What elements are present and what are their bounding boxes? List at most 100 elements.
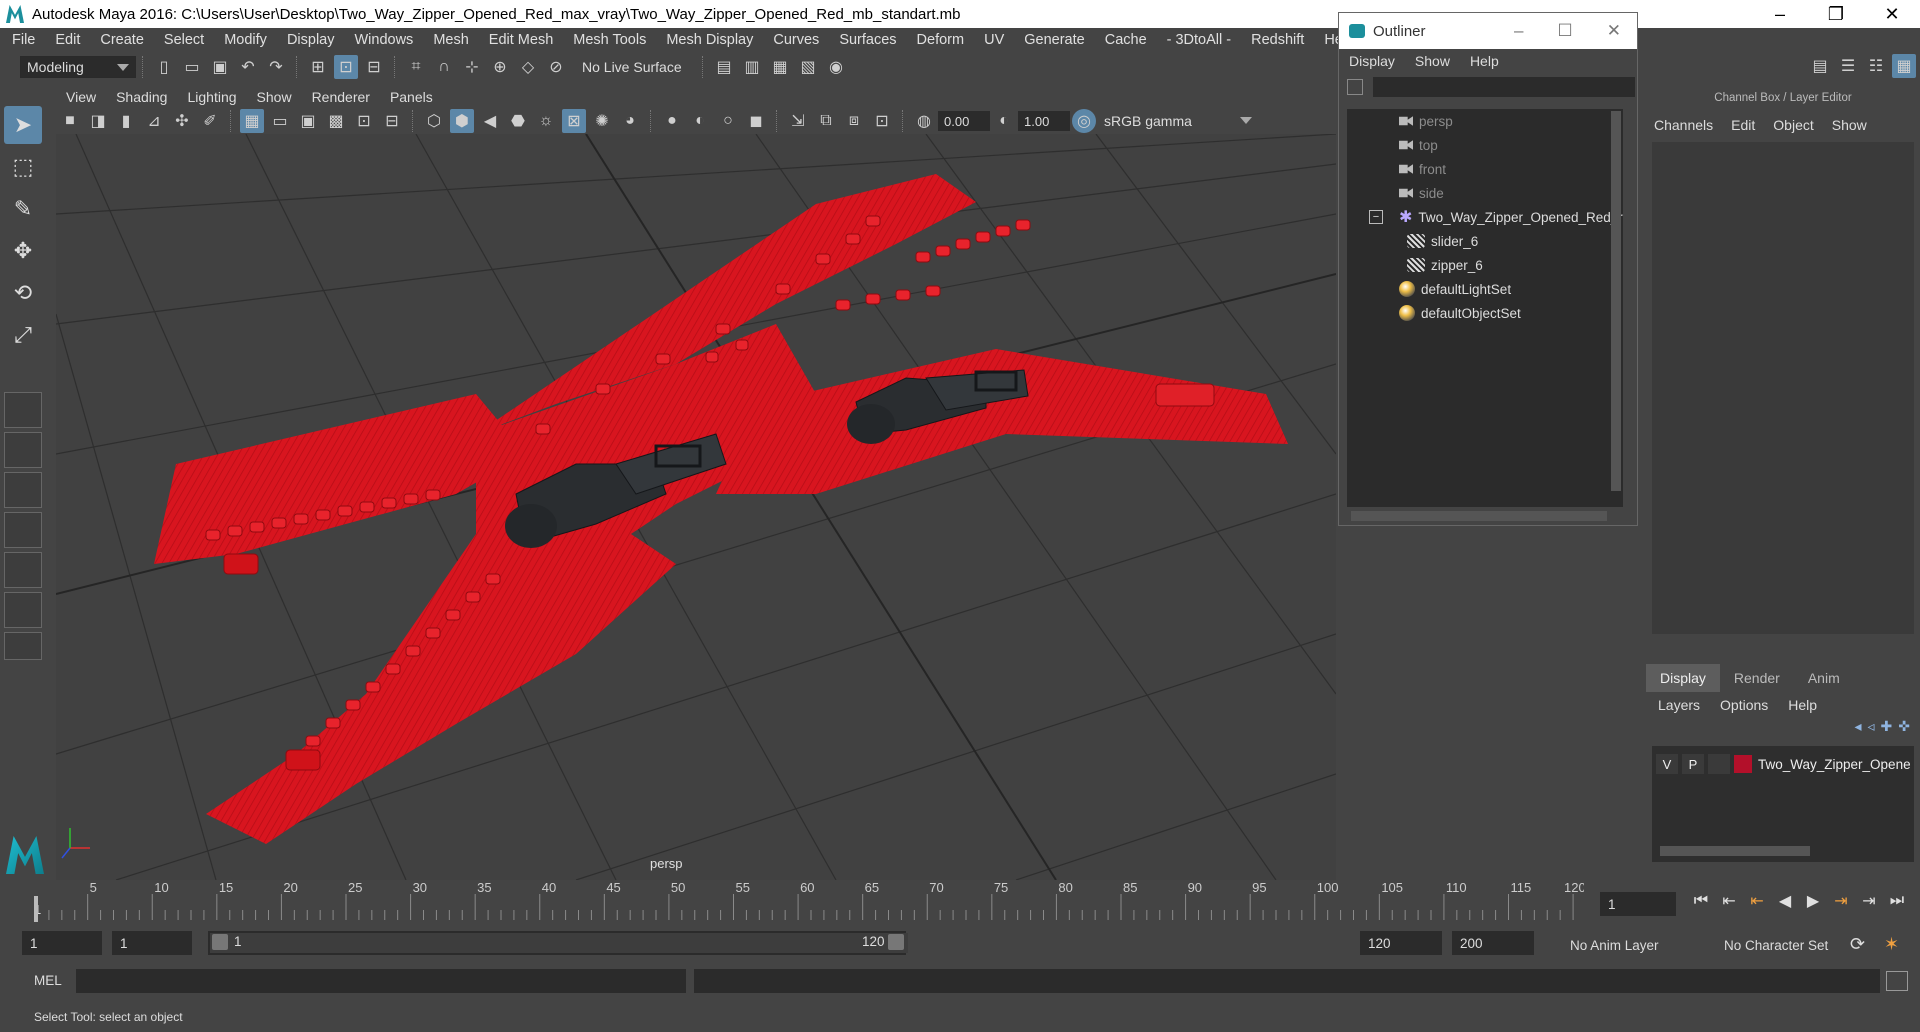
step-back-key-icon[interactable]: ⇤ [1746, 890, 1768, 912]
select-tool-icon[interactable]: ➤ [4, 106, 42, 144]
four-pane-layout-icon[interactable] [4, 432, 42, 468]
channel-box-area[interactable] [1652, 142, 1914, 634]
camera-select-icon[interactable]: ■ [58, 109, 82, 133]
menu-windows[interactable]: Windows [342, 32, 421, 48]
snap-curve-icon[interactable]: ∩ [432, 55, 456, 79]
step-forward-frame-icon[interactable]: ⇥ [1858, 890, 1880, 912]
layer-playback-toggle[interactable]: P [1682, 754, 1704, 774]
xray-active-icon[interactable]: ⧈ [842, 109, 866, 133]
menu-redshift[interactable]: Redshift [1239, 32, 1312, 48]
layer-menu-options[interactable]: Options [1708, 697, 1776, 713]
move-tool-icon[interactable]: ✥ [4, 232, 42, 270]
range-end-handle[interactable] [888, 934, 904, 950]
paint-select-tool-icon[interactable]: ✎ [4, 190, 42, 228]
menu-create[interactable]: Create [88, 32, 152, 48]
outliner-item-slider[interactable]: slider_6 [1407, 229, 1478, 253]
bookmark-icon[interactable]: ▮ [114, 109, 138, 133]
use-all-lights-icon[interactable]: ✺ [590, 109, 614, 133]
step-forward-key-icon[interactable]: ⇥ [1830, 890, 1852, 912]
outliner-minimize-button[interactable]: – [1514, 21, 1523, 41]
menu-mesh-tools[interactable]: Mesh Tools [561, 32, 654, 48]
menu-surfaces[interactable]: Surfaces [827, 32, 904, 48]
modeling-toolkit-icon[interactable]: ▤ [1808, 54, 1832, 78]
shadows-icon[interactable]: ◕ [618, 109, 642, 133]
depth-of-field-icon[interactable]: ◼ [744, 109, 768, 133]
snap-live-icon[interactable]: ⊘ [544, 55, 568, 79]
menu-deform[interactable]: Deform [905, 32, 973, 48]
menu-curves[interactable]: Curves [761, 32, 827, 48]
select-by-object-icon[interactable]: ⊡ [334, 55, 358, 79]
menu-edit-mesh[interactable]: Edit Mesh [477, 32, 561, 48]
snap-view-icon[interactable]: ⊕ [488, 55, 512, 79]
outliner-item-light-set[interactable]: defaultLightSet [1399, 277, 1511, 301]
tool-settings-icon[interactable]: ☷ [1864, 54, 1888, 78]
layer-menu-layers[interactable]: Layers [1646, 697, 1708, 713]
tab-display[interactable]: Display [1646, 664, 1720, 692]
persp-outliner-layout-icon[interactable] [4, 512, 42, 548]
persp-graph-layout-icon[interactable] [4, 552, 42, 588]
outliner-close-button[interactable]: ✕ [1607, 21, 1621, 41]
playback-end-field[interactable]: 120 [1360, 931, 1442, 955]
animation-end-field[interactable]: 200 [1452, 931, 1534, 955]
anim-layer-dropdown[interactable]: No Anim Layer [1546, 934, 1678, 956]
outliner-item-side[interactable]: side [1399, 181, 1444, 205]
exposure-icon[interactable]: ◍ [912, 109, 936, 133]
go-to-start-icon[interactable]: ⏮ [1690, 890, 1712, 912]
viewport-menu-view[interactable]: View [56, 89, 106, 105]
menu-display[interactable]: Display [275, 32, 343, 48]
play-backwards-icon[interactable]: ◀ [1774, 890, 1796, 912]
outliner-vertical-scrollbar[interactable] [1611, 111, 1621, 491]
lasso-tool-icon[interactable]: ⬚ [4, 148, 42, 186]
live-surface-field[interactable]: No Live Surface [576, 56, 696, 78]
channel-menu-object[interactable]: Object [1765, 117, 1823, 133]
textured-icon[interactable]: ☼ [534, 109, 558, 133]
outliner-horizontal-scrollbar[interactable] [1351, 511, 1607, 521]
image-plane-icon[interactable]: ⊿ [142, 109, 166, 133]
menu-uv[interactable]: UV [972, 32, 1012, 48]
outliner-menu-help[interactable]: Help [1460, 53, 1509, 69]
close-button[interactable]: ✕ [1864, 0, 1920, 28]
new-scene-icon[interactable]: ▯ [152, 55, 176, 79]
menu-edit[interactable]: Edit [43, 32, 88, 48]
two-d-pan-icon[interactable]: ✣ [170, 109, 194, 133]
ipr-render-icon[interactable]: ▦ [768, 55, 792, 79]
grid-toggle-icon[interactable]: ▦ [240, 109, 264, 133]
color-space-dropdown[interactable]: sRGB gamma [1098, 110, 1258, 132]
step-back-frame-icon[interactable]: ⇤ [1718, 890, 1740, 912]
wireframe-on-shaded-icon[interactable]: ⬣ [506, 109, 530, 133]
menu-3dtoall[interactable]: - 3DtoAll - [1155, 32, 1239, 48]
outliner-item-zipper[interactable]: zipper_6 [1407, 253, 1483, 277]
hypershade-icon[interactable]: ◉ [824, 55, 848, 79]
menu-select[interactable]: Select [152, 32, 212, 48]
gate-mask-icon[interactable]: ▩ [324, 109, 348, 133]
outliner-item-front[interactable]: front [1399, 157, 1446, 181]
outliner-menu-display[interactable]: Display [1339, 53, 1405, 69]
filter-icon[interactable] [1347, 79, 1363, 95]
mel-label[interactable]: MEL [34, 973, 62, 988]
render-settings-icon[interactable]: ▧ [796, 55, 820, 79]
layer-color-swatch[interactable] [1734, 755, 1752, 773]
wireframe-icon[interactable]: ⬡ [422, 109, 446, 133]
hypershade-layout-icon[interactable] [4, 592, 42, 628]
minimize-button[interactable]: – [1752, 0, 1808, 28]
layer-visibility-toggle[interactable]: V [1656, 754, 1678, 774]
snap-point-icon[interactable]: ⊹ [460, 55, 484, 79]
range-slider-handle[interactable] [210, 933, 908, 953]
mode-dropdown[interactable]: Modeling [20, 56, 136, 78]
rotate-tool-icon[interactable]: ⟲ [4, 274, 42, 312]
range-start-handle[interactable] [212, 934, 228, 950]
menu-mesh[interactable]: Mesh [421, 32, 476, 48]
viewport-scene[interactable] [56, 134, 1336, 880]
resolution-gate-icon[interactable]: ▣ [296, 109, 320, 133]
outliner-item-persp[interactable]: persp [1399, 109, 1453, 133]
move-layer-down-icon[interactable]: ◃ [1868, 718, 1875, 742]
channel-menu-edit[interactable]: Edit [1723, 117, 1765, 133]
outliner-item-top[interactable]: top [1399, 133, 1438, 157]
layer-type-toggle[interactable] [1708, 754, 1730, 774]
go-to-end-icon[interactable]: ⏭ [1886, 890, 1908, 912]
motion-blur-icon[interactable]: ◐ [688, 109, 712, 133]
outliner-maximize-button[interactable]: ☐ [1558, 21, 1573, 41]
channel-menu-channels[interactable]: Channels [1646, 117, 1723, 133]
viewport-menu-shading[interactable]: Shading [106, 89, 177, 105]
x-ray-icon[interactable]: ⊠ [562, 109, 586, 133]
